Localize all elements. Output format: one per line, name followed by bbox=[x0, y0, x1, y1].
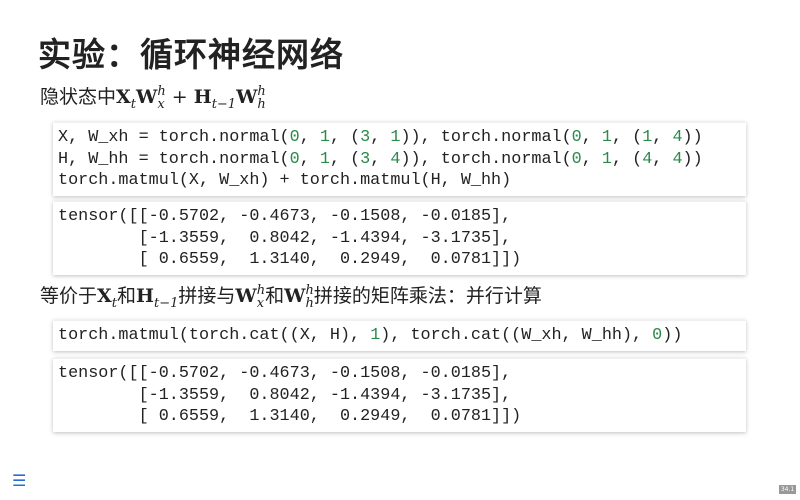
code-line: tensor([[-0.5702, -0.4673, -0.1508, -0.0… bbox=[58, 207, 512, 226]
output: tensor([[-0.5702, -0.4673, -0.1508, -0.0… bbox=[53, 359, 746, 432]
number-literal: 1 bbox=[370, 326, 381, 345]
number-literal: 4 bbox=[390, 149, 401, 169]
math: x bbox=[256, 295, 265, 311]
number-literal: 4 bbox=[672, 128, 683, 147]
code-line: torch.matmul(X, W_xh) + torch.matmul(H, … bbox=[58, 171, 511, 190]
number-literal: 0 bbox=[571, 128, 582, 147]
code: torch.matmul(torch.cat((X, H), 1), torch… bbox=[53, 321, 746, 351]
code-token: , bbox=[299, 128, 320, 147]
code-cell-2[interactable]: torch.matmul(torch.cat((X, H), 1), torch… bbox=[53, 320, 746, 351]
number-literal: 1 bbox=[601, 149, 612, 169]
code-cell-1[interactable]: X, W_xh = torch.normal(0, 1, (3, 1)), to… bbox=[53, 122, 746, 196]
code-line: X, W_xh = torch.normal(0, 1, (3, 1)), to… bbox=[58, 128, 703, 147]
code-token: ), torch.cat((W_xh, W_hh), bbox=[380, 326, 653, 345]
code-token: , bbox=[370, 149, 391, 169]
math: + bbox=[171, 86, 188, 108]
hamburger-menu-icon[interactable]: ☰ bbox=[12, 471, 26, 490]
code-line: [ 0.6559, 1.3140, 0.2949, 0.0781]]) bbox=[58, 250, 522, 269]
math: h bbox=[157, 83, 166, 99]
number-literal: 1 bbox=[319, 128, 330, 147]
code-line: [-1.3559, 0.8042, -1.4394, -3.1735], bbox=[58, 228, 512, 248]
code: X, W_xh = torch.normal(0, 1, (3, 1)), to… bbox=[53, 123, 746, 196]
subtitle-text: 等价于 bbox=[40, 285, 98, 307]
code-token: )) bbox=[662, 326, 683, 345]
number-literal: 1 bbox=[642, 128, 653, 147]
code-token: H, W_hh = torch.normal( bbox=[58, 149, 290, 169]
number-literal: 3 bbox=[360, 128, 371, 147]
math: h bbox=[257, 96, 266, 112]
math: h bbox=[305, 295, 314, 311]
code-token: )), torch.normal( bbox=[400, 149, 572, 169]
code-token: torch.matmul(torch.cat((X, H), bbox=[58, 326, 371, 345]
number-literal: 1 bbox=[390, 128, 401, 147]
math: W bbox=[284, 285, 306, 307]
code-line: tensor([[-0.5702, -0.4673, -0.1508, -0.0… bbox=[58, 364, 512, 383]
code-token: )) bbox=[682, 149, 703, 169]
number-literal: 0 bbox=[571, 149, 582, 169]
code-token: , bbox=[581, 128, 602, 147]
subtitle-text: 拼接与 bbox=[178, 285, 236, 307]
subtitle-hidden-state: 隐状态中XtW h x + Ht−1W h h bbox=[40, 82, 266, 111]
math: H bbox=[193, 86, 212, 108]
math: x bbox=[157, 96, 165, 112]
output: tensor([[-0.5702, -0.4673, -0.1508, -0.0… bbox=[53, 202, 746, 275]
number-literal: 4 bbox=[642, 149, 653, 169]
math: h bbox=[257, 83, 266, 99]
number-literal: 0 bbox=[289, 128, 300, 147]
code-token: , bbox=[652, 149, 673, 169]
math: t−1 bbox=[211, 96, 237, 112]
math: t−1 bbox=[153, 295, 179, 311]
number-literal: 0 bbox=[652, 326, 663, 345]
subtitle-text: 隐状态中 bbox=[40, 86, 117, 108]
number-literal: 1 bbox=[601, 128, 612, 147]
code-token: torch.matmul(X, W_xh) + torch.matmul(H, … bbox=[58, 171, 512, 190]
math: h bbox=[256, 282, 266, 298]
code-token: X, W_xh = torch.normal( bbox=[58, 128, 290, 147]
code-token: )), torch.normal( bbox=[400, 128, 572, 147]
subtitle-concat: 等价于Xt和Ht−1拼接与W h x 和W h h 拼接的矩阵乘法：并行计算 bbox=[40, 281, 542, 310]
math: H bbox=[136, 285, 154, 307]
code-token: , ( bbox=[611, 128, 643, 147]
code-token: , ( bbox=[329, 149, 361, 169]
code-token: , bbox=[652, 128, 673, 147]
subtitle-text: 拼接的矩阵乘法：并行计算 bbox=[313, 285, 542, 307]
code-line: H, W_hh = torch.normal(0, 1, (3, 4)), to… bbox=[58, 150, 703, 169]
page-number: 34.1 bbox=[779, 485, 796, 494]
math: W bbox=[235, 285, 257, 307]
math: X bbox=[97, 285, 112, 307]
math: W bbox=[236, 86, 258, 108]
subtitle-text: 和 bbox=[265, 285, 285, 307]
slide-title: 实验：循环神经网络 bbox=[38, 35, 344, 74]
code-token: , ( bbox=[611, 149, 643, 169]
number-literal: 3 bbox=[360, 149, 371, 169]
code-token: , bbox=[581, 149, 602, 169]
code-token: , ( bbox=[329, 128, 361, 147]
code-line: torch.matmul(torch.cat((X, H), 1), torch… bbox=[58, 326, 682, 345]
subtitle-text: 和 bbox=[117, 285, 137, 307]
output-cell-1: tensor([[-0.5702, -0.4673, -0.1508, -0.0… bbox=[53, 201, 746, 275]
code-token: )) bbox=[682, 128, 703, 147]
number-literal: 0 bbox=[289, 149, 300, 169]
code-line: [ 0.6559, 1.3140, 0.2949, 0.0781]]) bbox=[58, 407, 522, 426]
math: X bbox=[116, 86, 131, 108]
code-token: , bbox=[370, 128, 391, 147]
math: h bbox=[305, 282, 314, 298]
code-token: , bbox=[299, 149, 320, 169]
code-line: [-1.3559, 0.8042, -1.4394, -3.1735], bbox=[58, 385, 512, 405]
number-literal: 1 bbox=[319, 149, 330, 169]
math: W bbox=[136, 86, 158, 108]
number-literal: 4 bbox=[672, 149, 683, 169]
output-cell-2: tensor([[-0.5702, -0.4673, -0.1508, -0.0… bbox=[53, 358, 746, 432]
